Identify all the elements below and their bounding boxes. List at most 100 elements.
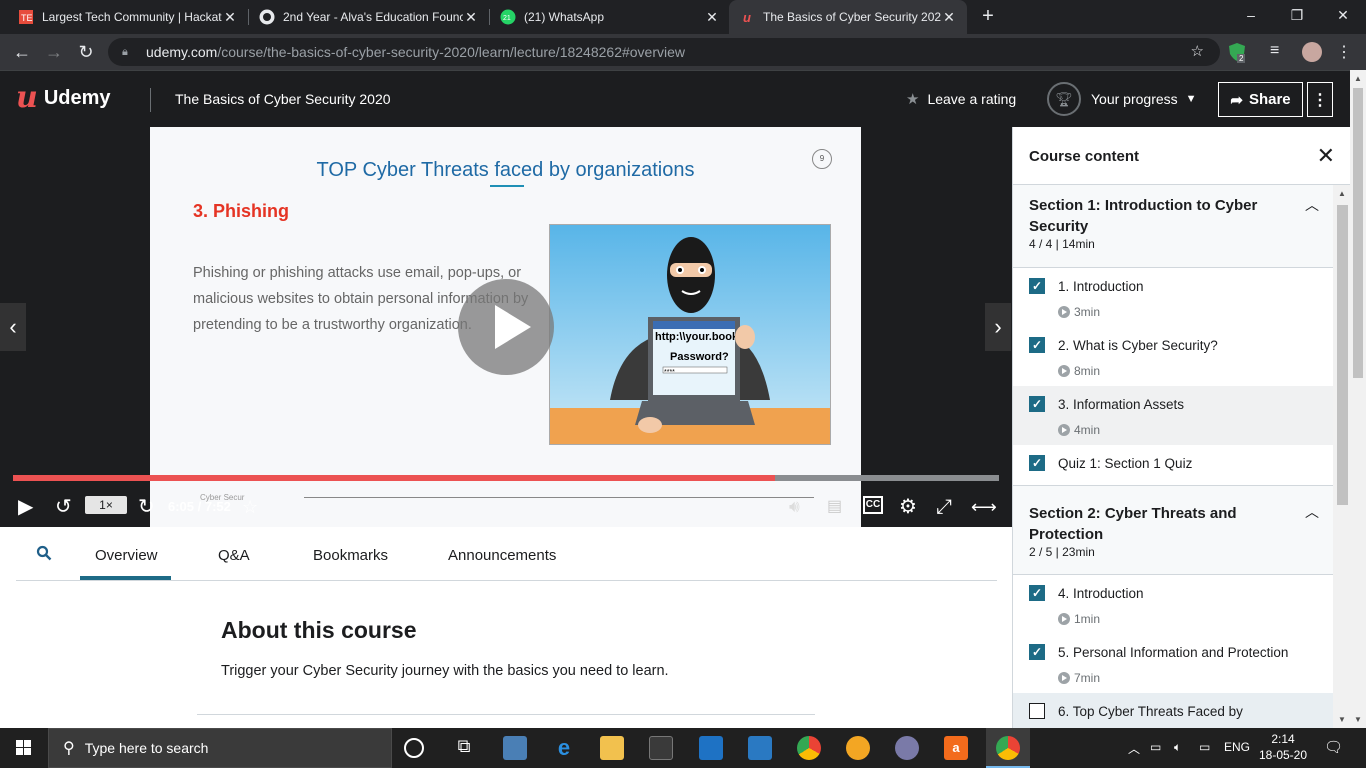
scroll-down-icon[interactable]: ▼ xyxy=(1354,715,1362,724)
bookmark-star-icon[interactable]: ☆ xyxy=(1191,42,1204,60)
mail-icon[interactable] xyxy=(699,736,723,760)
avast-icon[interactable]: a xyxy=(944,736,968,760)
share-button[interactable]: ➦ Share xyxy=(1218,82,1303,117)
captions-button[interactable]: CC xyxy=(863,496,883,514)
transcript-icon[interactable]: ▤ xyxy=(827,495,842,519)
video-player[interactable]: TOP Cyber Threats faced by organizations… xyxy=(0,127,1012,527)
forward-arrow-icon[interactable]: → xyxy=(42,40,66,64)
scroll-down-icon[interactable]: ▼ xyxy=(1338,715,1346,724)
show-hidden-icons-icon[interactable]: ︿ xyxy=(1128,740,1140,757)
video-progress-fill xyxy=(13,475,776,481)
language-indicator[interactable]: ENG xyxy=(1224,740,1250,754)
network-icon[interactable]: ▭ xyxy=(1199,740,1210,754)
play-overlay-button[interactable] xyxy=(458,279,554,375)
play-circle-icon xyxy=(1058,365,1070,377)
taskbar-search-box[interactable]: ⚲ Type here to search xyxy=(48,728,392,768)
course-title[interactable]: The Basics of Cyber Security 2020 xyxy=(175,91,391,107)
browser-tab-github[interactable]: 2nd Year - Alva's Education Founc ✕ xyxy=(249,0,489,34)
back-arrow-icon[interactable]: ← xyxy=(10,40,34,64)
browser-menu-icon[interactable]: ⋮ xyxy=(1334,42,1354,62)
this-pc-icon[interactable] xyxy=(503,736,527,760)
play-icon[interactable]: ▶ xyxy=(18,495,33,519)
close-tab-icon[interactable]: ✕ xyxy=(463,9,479,26)
lecture-item[interactable]: ✓ 3. Information Assets 4min xyxy=(1013,386,1333,445)
extension-shield-icon[interactable]: 2 xyxy=(1227,42,1247,63)
share-label: Share xyxy=(1248,91,1291,108)
video-progress-bar[interactable] xyxy=(13,475,999,481)
file-explorer-icon[interactable] xyxy=(600,736,624,760)
minimize-button[interactable]: – xyxy=(1228,0,1274,30)
expand-theater-icon[interactable]: ⟷ xyxy=(971,495,997,519)
tab-overview[interactable]: Overview xyxy=(95,547,158,564)
completed-checkbox[interactable]: ✓ xyxy=(1029,396,1045,412)
chrome-icon[interactable] xyxy=(797,736,821,760)
windows-start-icon[interactable] xyxy=(0,728,48,768)
avatar[interactable] xyxy=(1302,42,1322,62)
tab-bookmarks[interactable]: Bookmarks xyxy=(313,547,388,564)
completed-checkbox[interactable]: ✓ xyxy=(1029,585,1045,601)
close-tab-icon[interactable]: ✕ xyxy=(704,9,720,26)
task-view-icon[interactable]: ⧉ xyxy=(452,736,476,760)
news-icon[interactable] xyxy=(748,736,772,760)
scroll-up-icon[interactable]: ▲ xyxy=(1338,189,1346,198)
your-progress-button[interactable]: 🏆︎ Your progress ▼ xyxy=(1047,82,1197,116)
media-queue-icon[interactable]: ≡ xyxy=(1270,42,1290,62)
security-app-icon[interactable] xyxy=(846,736,870,760)
tab-qa[interactable]: Q&A xyxy=(218,547,250,564)
battery-icon[interactable]: ▭ xyxy=(1150,740,1161,754)
sidebar-scrollbar[interactable]: ▲ ▼ xyxy=(1333,185,1350,728)
rewind-icon[interactable]: ↺ xyxy=(55,495,72,519)
scroll-up-icon[interactable]: ▲ xyxy=(1354,74,1362,83)
next-lecture-arrow-icon[interactable]: › xyxy=(985,303,1011,351)
notifications-icon[interactable]: 🗨︎ xyxy=(1324,738,1343,756)
section-header[interactable]: Section 1: Introduction to Cyber Securit… xyxy=(1013,185,1333,268)
close-window-button[interactable]: ✕ xyxy=(1320,0,1366,30)
app-spiral-icon[interactable] xyxy=(895,736,919,760)
lecture-item[interactable]: ✓ 2. What is Cyber Security? 8min xyxy=(1013,327,1333,386)
completed-checkbox[interactable]: ✓ xyxy=(1029,644,1045,660)
close-icon[interactable]: ✕ xyxy=(1317,143,1335,169)
reload-icon[interactable]: ↻ xyxy=(74,40,98,64)
more-options-button[interactable]: ⋮ xyxy=(1307,82,1333,117)
cortana-icon[interactable] xyxy=(404,738,424,758)
fullscreen-icon[interactable]: ⤢ xyxy=(936,495,952,519)
browser-tab-udemy[interactable]: u The Basics of Cyber Security 2020 ✕ xyxy=(729,0,967,34)
scrollbar-thumb[interactable] xyxy=(1353,88,1363,378)
new-tab-button[interactable]: + xyxy=(977,5,999,27)
lecture-item[interactable]: ✓ 1. Introduction 3min xyxy=(1013,268,1333,327)
completed-checkbox[interactable]: ✓ xyxy=(1029,455,1045,471)
search-icon[interactable] xyxy=(36,545,52,566)
quiz-item[interactable]: ✓ Quiz 1: Section 1 Quiz xyxy=(1013,445,1333,485)
maximize-button[interactable]: ❐ xyxy=(1274,0,1320,30)
browser-tab-hackathon[interactable]: TE Largest Tech Community | Hackat ✕ xyxy=(8,0,248,34)
udemy-logo[interactable]: u Udemy xyxy=(16,83,111,113)
chrome-active-button[interactable] xyxy=(986,728,1030,768)
store-icon[interactable] xyxy=(649,736,673,760)
incomplete-checkbox[interactable] xyxy=(1029,703,1045,719)
sidebar-scrollbar-thumb[interactable] xyxy=(1337,205,1348,505)
playback-speed-button[interactable]: 1× xyxy=(85,496,127,514)
previous-lecture-arrow-icon[interactable]: ‹ xyxy=(0,303,26,351)
volume-icon[interactable]: 🔈︎ xyxy=(1174,740,1181,755)
lecture-item[interactable]: ✓ 5. Personal Information and Protection… xyxy=(1013,634,1333,693)
edge-icon[interactable]: e xyxy=(552,736,576,760)
address-bar[interactable]: 🔒︎ udemy.com/course/the-basics-of-cyber-… xyxy=(108,38,1220,66)
taskbar-clock[interactable]: 2:14 18-05-20 xyxy=(1258,731,1308,763)
browser-tab-whatsapp[interactable]: 21 (21) WhatsApp ✕ xyxy=(490,0,730,34)
completed-checkbox[interactable]: ✓ xyxy=(1029,278,1045,294)
section-header[interactable]: Section 2: Cyber Threats and Protection … xyxy=(1013,485,1333,575)
whatsapp-icon: 21 xyxy=(500,9,516,25)
lecture-item-current[interactable]: 6. Top Cyber Threats Faced by xyxy=(1013,693,1333,728)
volume-icon[interactable]: 🔊︎ xyxy=(789,495,800,519)
page-scrollbar[interactable]: ▲ ▼ xyxy=(1350,70,1366,728)
play-circle-icon xyxy=(1058,613,1070,625)
tab-announcements[interactable]: Announcements xyxy=(448,547,556,564)
forward-icon[interactable]: ↻ xyxy=(138,495,155,519)
leave-rating-button[interactable]: ★ Leave a rating xyxy=(906,90,1016,108)
completed-checkbox[interactable]: ✓ xyxy=(1029,337,1045,353)
illustration-url-text: http:\\your.book xyxy=(655,331,739,343)
close-tab-icon[interactable]: ✕ xyxy=(941,9,957,26)
close-tab-icon[interactable]: ✕ xyxy=(222,9,238,26)
lecture-item[interactable]: ✓ 4. Introduction 1min xyxy=(1013,575,1333,634)
settings-gear-icon[interactable]: ⚙ xyxy=(899,495,917,519)
